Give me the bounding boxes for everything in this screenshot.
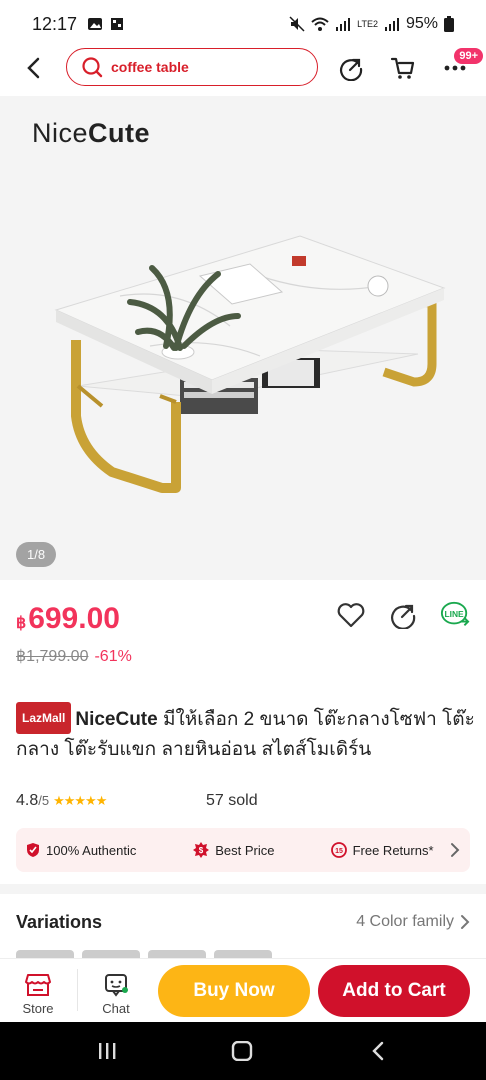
product-title: LazMall NiceCute มีให้เลือก 2 ขนาด โต๊ะกล… [16,702,476,765]
variation-thumbnail[interactable] [214,950,272,958]
rating-score: 4.8 [16,792,39,809]
share-button[interactable] [337,54,365,82]
svg-text:$: $ [199,846,204,855]
free-returns-label: Free Returns* [352,842,434,858]
sold-count: 57 sold [206,792,258,809]
back-nav-button[interactable] [366,1040,390,1062]
store-button[interactable]: Store [8,973,68,1016]
heart-icon [337,603,365,628]
chevron-right-icon [451,843,460,857]
back-button[interactable] [20,54,48,82]
product-brand: NiceCute [75,709,158,730]
status-time: 12:17 [32,13,78,34]
variation-thumbnail[interactable] [16,950,74,958]
svg-text:LINE: LINE [444,609,464,619]
price-badge-icon: $ [193,842,210,858]
store-icon [25,974,51,996]
signal-2-icon [384,18,399,31]
bottom-action-bar: Store Chat Buy Now Add to Cart [0,958,486,1022]
system-navigation-bar [0,1022,486,1080]
notification-badge: 99+ [454,48,483,64]
battery-icon [444,16,454,32]
chevron-right-icon [461,915,470,929]
lazmall-badge: LazMall [16,702,72,734]
search-query: coffee table [111,59,189,75]
returns-icon: 15 [330,842,347,858]
mute-icon [289,16,305,32]
wishlist-button[interactable] [336,600,366,630]
add-to-cart-button[interactable]: Add to Cart [318,965,470,1017]
line-icon: LINE [440,601,470,626]
svg-text:15: 15 [335,848,343,855]
volte-label: LTE2 [357,18,378,29]
variation-thumbnail[interactable] [148,950,206,958]
bottom-bar-divider [77,969,78,1011]
chevron-left-icon [27,57,40,79]
price-value: 699.00 [28,602,120,635]
chat-icon [105,974,128,997]
home-button[interactable] [230,1040,254,1062]
authentic-guarantee: 100% Authentic [26,842,193,858]
variation-thumbnails [16,950,272,958]
image-counter: 1/8 [16,542,57,567]
home-icon [231,1041,253,1061]
signal-icon [336,18,351,31]
cart-button[interactable] [389,54,417,82]
back-arrow-icon [372,1041,384,1061]
variations-summary: 4 Color family [356,913,454,930]
variation-thumbnail[interactable] [82,950,140,958]
rating-summary[interactable]: 4.8 /5 ★★★★★ [16,792,107,810]
currency-symbol: ฿ [16,615,27,632]
product-photo-coffee-table [54,235,446,493]
product-image-gallery[interactable]: NiceCute 1/8 [0,96,486,580]
best-price-guarantee: $ Best Price [193,842,330,858]
star-rating-icon: ★★★★★ [53,793,107,808]
more-button[interactable]: 99+ [441,48,483,82]
line-share-button[interactable]: LINE [440,600,470,630]
discount-percent: -61% [94,648,132,665]
free-returns-guarantee: 15 Free Returns* [330,842,450,858]
guarantee-bar[interactable]: 100% Authentic $ Best Price 15 Free Retu… [16,828,470,872]
share-icon [339,58,363,81]
original-price-row: ฿1,799.00 -61% [16,646,132,666]
gallery-icon [88,18,103,30]
current-price: ฿ 699.00 [16,602,120,636]
share-product-button[interactable] [388,600,418,630]
chat-label: Chat [102,1001,130,1016]
qr-icon [111,18,124,30]
recent-apps-button[interactable] [95,1040,119,1062]
product-page: 12:17 LTE2 95% coffee table 99+ NiceCute… [0,0,486,1080]
share-icon [391,604,416,629]
notification-icons [87,17,125,31]
section-divider [0,884,486,894]
rating-out-of: /5 [38,793,50,808]
search-header: coffee table 99+ [0,44,486,92]
wifi-icon [311,17,329,31]
price-actions: LINE [336,600,470,630]
cart-icon [390,57,415,79]
more-dots-icon [444,65,466,71]
shield-icon [27,843,39,857]
battery-percent: 95% [405,15,438,32]
chat-button[interactable]: Chat [86,973,146,1016]
best-price-label: Best Price [215,842,275,858]
search-input[interactable]: coffee table [66,48,318,86]
recent-apps-icon [99,1043,116,1059]
status-right: LTE2 95% [289,15,454,33]
original-price: ฿1,799.00 [16,648,89,665]
search-icon [82,57,103,78]
status-bar: 12:17 LTE2 95% [0,0,486,48]
variations-selector[interactable]: 4 Color family [356,913,470,931]
store-label: Store [22,1001,54,1016]
authentic-label: 100% Authentic [46,842,137,858]
buy-now-button[interactable]: Buy Now [158,965,310,1017]
variations-heading: Variations [16,912,103,932]
